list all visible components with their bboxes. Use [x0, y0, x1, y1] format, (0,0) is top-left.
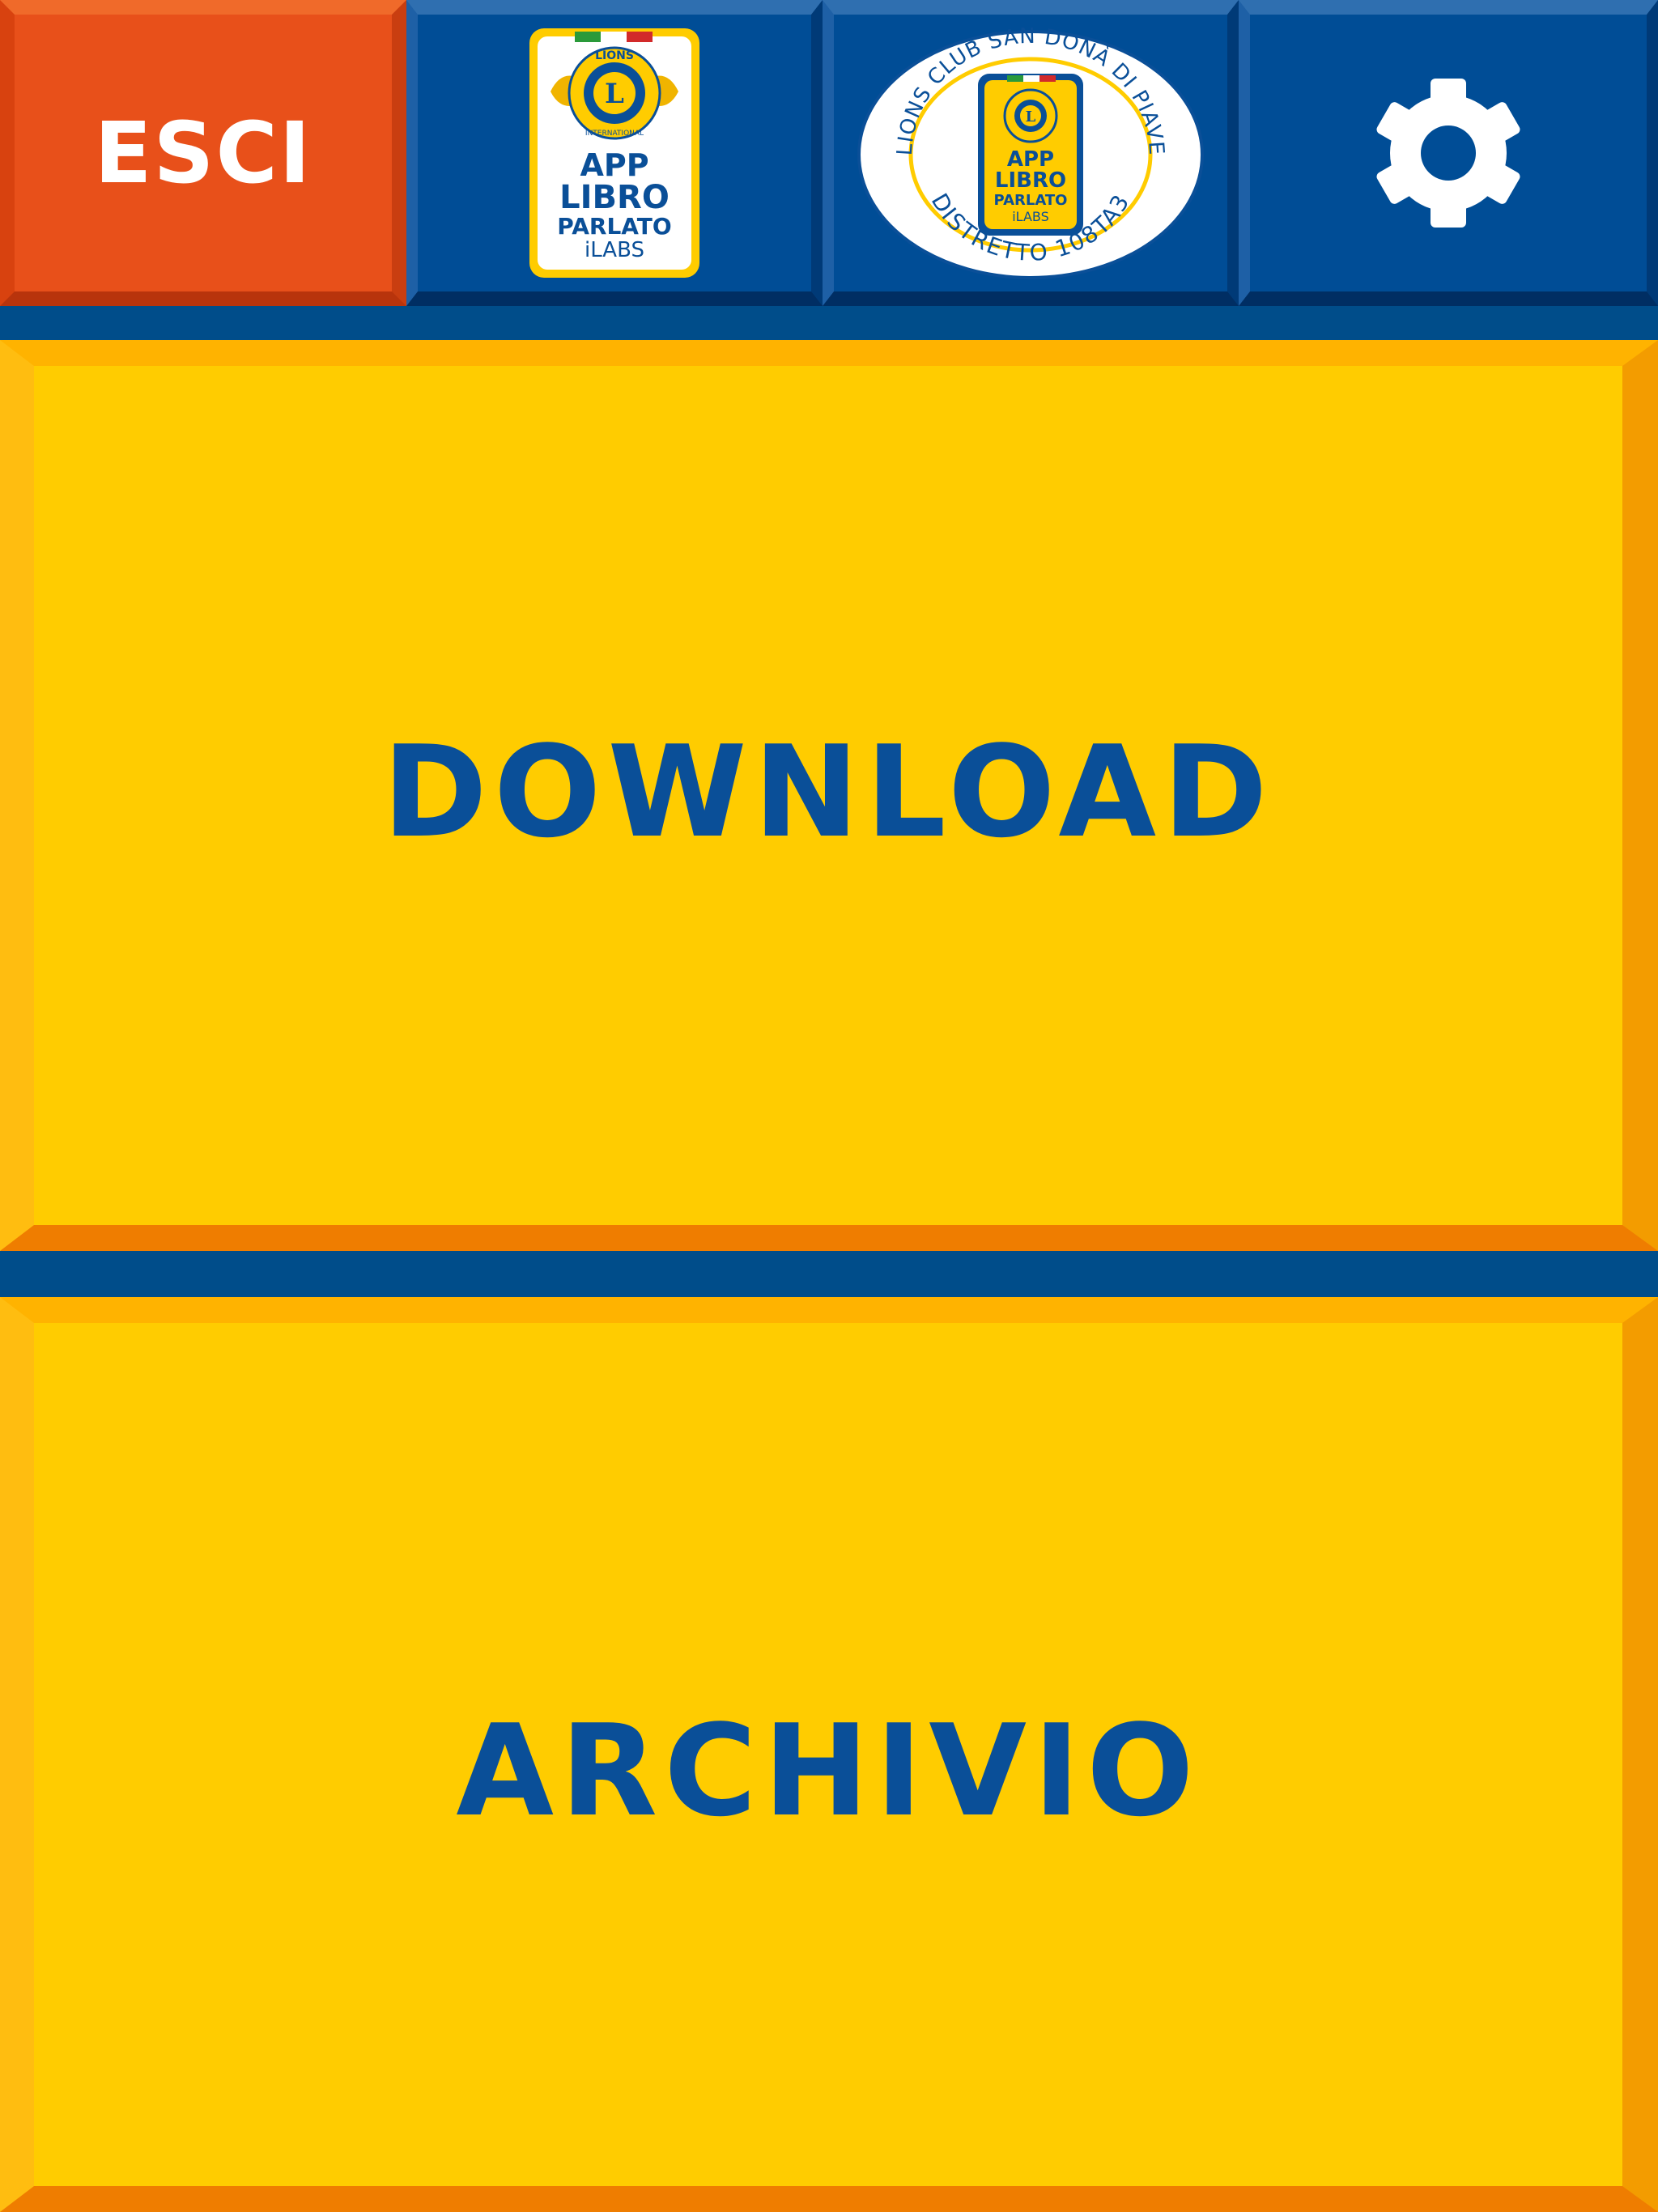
club-logo-tile: LIONS CLUB SAN DONÀ DI PIAVE DISTRETTO 1… — [823, 0, 1239, 306]
download-button[interactable]: DOWNLOAD — [0, 340, 1658, 1251]
lions-club-seal-logo: LIONS CLUB SAN DONÀ DI PIAVE DISTRETTO 1… — [857, 27, 1204, 279]
exit-button-label: ESCI — [94, 104, 312, 202]
svg-text:LIBRO: LIBRO — [995, 168, 1066, 193]
top-toolbar: ESCI L LIONS INTERNATIONAL APP LIBRO PAR… — [0, 0, 1658, 306]
app-logo-line-4: iLABS — [585, 238, 644, 262]
svg-text:INTERNATIONAL: INTERNATIONAL — [585, 130, 644, 138]
svg-text:iLABS: iLABS — [1012, 209, 1049, 224]
archive-button-label: ARCHIVIO — [456, 1697, 1201, 1844]
gear-icon — [1376, 79, 1520, 228]
app-logo-tile: L LIONS INTERNATIONAL APP LIBRO PARLATO … — [406, 0, 823, 306]
svg-text:L: L — [605, 78, 624, 110]
exit-button[interactable]: ESCI — [0, 0, 406, 306]
app-screen: ESCI L LIONS INTERNATIONAL APP LIBRO PAR… — [0, 0, 1658, 2212]
svg-text:PARLATO: PARLATO — [994, 192, 1068, 209]
app-logo-line-3: PARLATO — [557, 213, 671, 240]
archive-button[interactable]: ARCHIVIO — [0, 1297, 1658, 2212]
app-libro-parlato-logo: L LIONS INTERNATIONAL APP LIBRO PARLATO … — [529, 28, 699, 278]
download-button-label: DOWNLOAD — [382, 717, 1274, 866]
buttons-divider — [0, 1251, 1658, 1297]
svg-text:L: L — [1026, 108, 1036, 125]
toolbar-divider — [0, 306, 1658, 340]
app-logo-line-1: APP — [580, 147, 648, 183]
settings-button[interactable] — [1239, 0, 1658, 306]
app-logo-line-2: LIBRO — [559, 179, 670, 216]
svg-text:LIONS: LIONS — [595, 49, 634, 62]
